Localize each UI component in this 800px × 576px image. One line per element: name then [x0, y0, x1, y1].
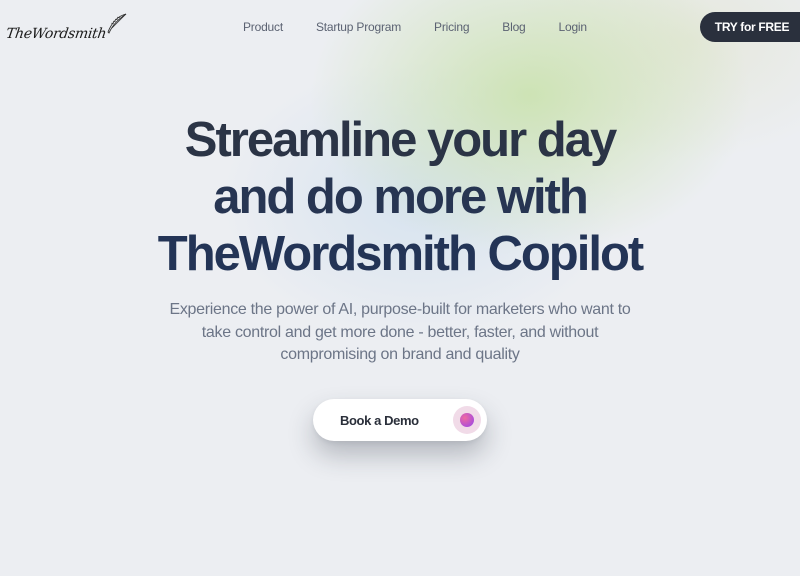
book-demo-button[interactable]: Book a Demo — [313, 399, 487, 441]
hero-subtitle-line: compromising on brand and quality — [280, 346, 520, 363]
hero-subtitle-line: Experience the power of AI, purpose-buil… — [169, 301, 631, 318]
try-for-free-button[interactable]: TRY for FREE — [700, 12, 800, 42]
quill-icon — [107, 13, 127, 34]
nav-item-pricing[interactable]: Pricing — [434, 20, 469, 34]
nav-item-product[interactable]: Product — [243, 20, 283, 34]
hero-subtitle-line: take control and get more done - better,… — [201, 323, 599, 341]
gradient-dot-icon — [453, 406, 481, 434]
background-glow — [0, 0, 800, 576]
main-nav: Product Startup Program Pricing Blog Log… — [243, 20, 587, 34]
nav-item-startup-program[interactable]: Startup Program — [316, 20, 401, 34]
nav-item-blog[interactable]: Blog — [502, 20, 525, 34]
book-demo-label: Book a Demo — [340, 412, 419, 428]
nav-item-login[interactable]: Login — [559, 20, 588, 34]
brand-logo[interactable]: TheWordsmith — [4, 12, 128, 42]
hero-title-line: TheWordsmith Copilot — [157, 227, 644, 281]
hero-title-line: and do more with — [213, 170, 589, 224]
hero-title-line: Streamline your day — [184, 113, 617, 167]
hero-title: Streamline your day and do more with The… — [0, 112, 800, 283]
brand-logo-text: TheWordsmith — [4, 26, 108, 42]
hero-subtitle: Experience the power of AI, purpose-buil… — [150, 299, 650, 367]
gradient-dot-core — [460, 413, 474, 427]
top-nav-bar: TheWordsmith Product Startup Program Pri… — [0, 0, 800, 56]
